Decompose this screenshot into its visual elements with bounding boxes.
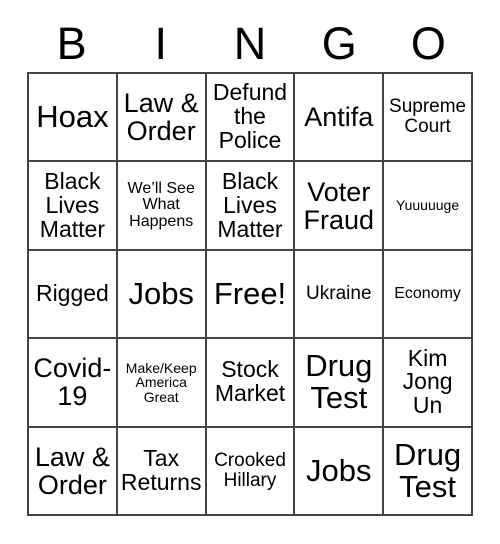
bingo-cell[interactable]: Rigged [29, 250, 118, 340]
bingo-cell[interactable]: Tax Returns [117, 427, 207, 516]
bingo-cell[interactable]: Kim Jong Un [384, 339, 473, 428]
bingo-cell[interactable]: Drug Test [384, 427, 473, 516]
bingo-cell-label: Black Lives Matter [39, 167, 105, 242]
bingo-cell-label: Crooked Hillary [214, 450, 286, 491]
bingo-header-letter-o: O [410, 17, 446, 69]
bingo-grid: Hoax Law & Order Defund the Police Antifa Su… [27, 72, 473, 516]
bingo-cell-label: Hoax [36, 99, 109, 135]
bingo-cell[interactable]: Defund the Police [206, 74, 296, 163]
bingo-cell[interactable]: Ukraine [295, 250, 385, 340]
bingo-cell-label: Law & Order [123, 88, 199, 147]
bingo-cell[interactable]: Antifa [295, 74, 385, 163]
bingo-header-letter-n: N [233, 17, 267, 69]
bingo-cell[interactable]: Yuuuuuge [384, 162, 473, 251]
bingo-cell[interactable]: Jobs [295, 427, 385, 516]
bingo-cell[interactable]: Black Lives Matter [29, 162, 118, 251]
bingo-cell-label: Voter Fraud [303, 176, 375, 235]
bingo-cell-label: Black Lives Matter [217, 167, 283, 242]
bingo-cell-label: Make/Keep America Great [125, 359, 197, 405]
bingo-cell-label: Drug Test [393, 436, 462, 504]
bingo-cell-label: Free! [213, 275, 287, 311]
bingo-cell[interactable]: Free! [206, 250, 296, 340]
bingo-header-letter-i: I [154, 17, 168, 69]
bingo-cell-label: Kim Jong Un [402, 344, 453, 419]
bingo-cell-label: Rigged [35, 280, 109, 307]
bingo-cell-label: Covid- 19 [33, 353, 112, 412]
bingo-cell[interactable]: Make/Keep America Great [117, 339, 207, 428]
bingo-cell-label: Tax Returns [120, 444, 202, 495]
bingo-cell[interactable]: Supreme Court [384, 74, 473, 163]
bingo-cell[interactable]: Hoax [29, 74, 118, 163]
bingo-cell-label: Jobs [306, 452, 372, 488]
bingo-header-letter-g: G [321, 17, 357, 69]
bingo-cell[interactable]: Stock Market [206, 339, 296, 428]
bingo-cell-label: Economy [394, 284, 461, 302]
bingo-cell-label: Antifa [304, 102, 374, 133]
bingo-cell-label: Defund the Police [212, 79, 288, 154]
bingo-cell[interactable]: Economy [384, 250, 473, 340]
bingo-cell[interactable]: Law & Order [29, 427, 118, 516]
bingo-cell-label: Law & Order [34, 441, 110, 500]
bingo-header-row: BINGO [27, 14, 473, 72]
bingo-cell[interactable]: Jobs [117, 250, 207, 340]
bingo-card: BINGO Hoax Law & Order Defund the Police An… [0, 0, 500, 544]
bingo-cell[interactable]: Covid- 19 [29, 339, 118, 428]
bingo-cell-label: Stock Market [214, 356, 286, 407]
bingo-cell-label: We’ll See What Happens [127, 179, 195, 230]
bingo-cell[interactable]: Law & Order [117, 74, 207, 163]
bingo-cell[interactable]: We’ll See What Happens [117, 162, 207, 251]
bingo-cell-label: Jobs [128, 275, 194, 311]
bingo-cell-label: Supreme Court [389, 96, 467, 138]
bingo-cell-label: Drug Test [305, 348, 373, 416]
bingo-cell-label: Yuuuuuge [396, 197, 460, 214]
bingo-cell-label: Ukraine [306, 283, 372, 305]
bingo-header-letter-b: B [56, 17, 87, 69]
bingo-cell[interactable]: Crooked Hillary [206, 427, 296, 516]
bingo-cell[interactable]: Drug Test [295, 339, 385, 428]
bingo-cell[interactable]: Black Lives Matter [206, 162, 296, 251]
bingo-cell[interactable]: Voter Fraud [295, 162, 385, 251]
